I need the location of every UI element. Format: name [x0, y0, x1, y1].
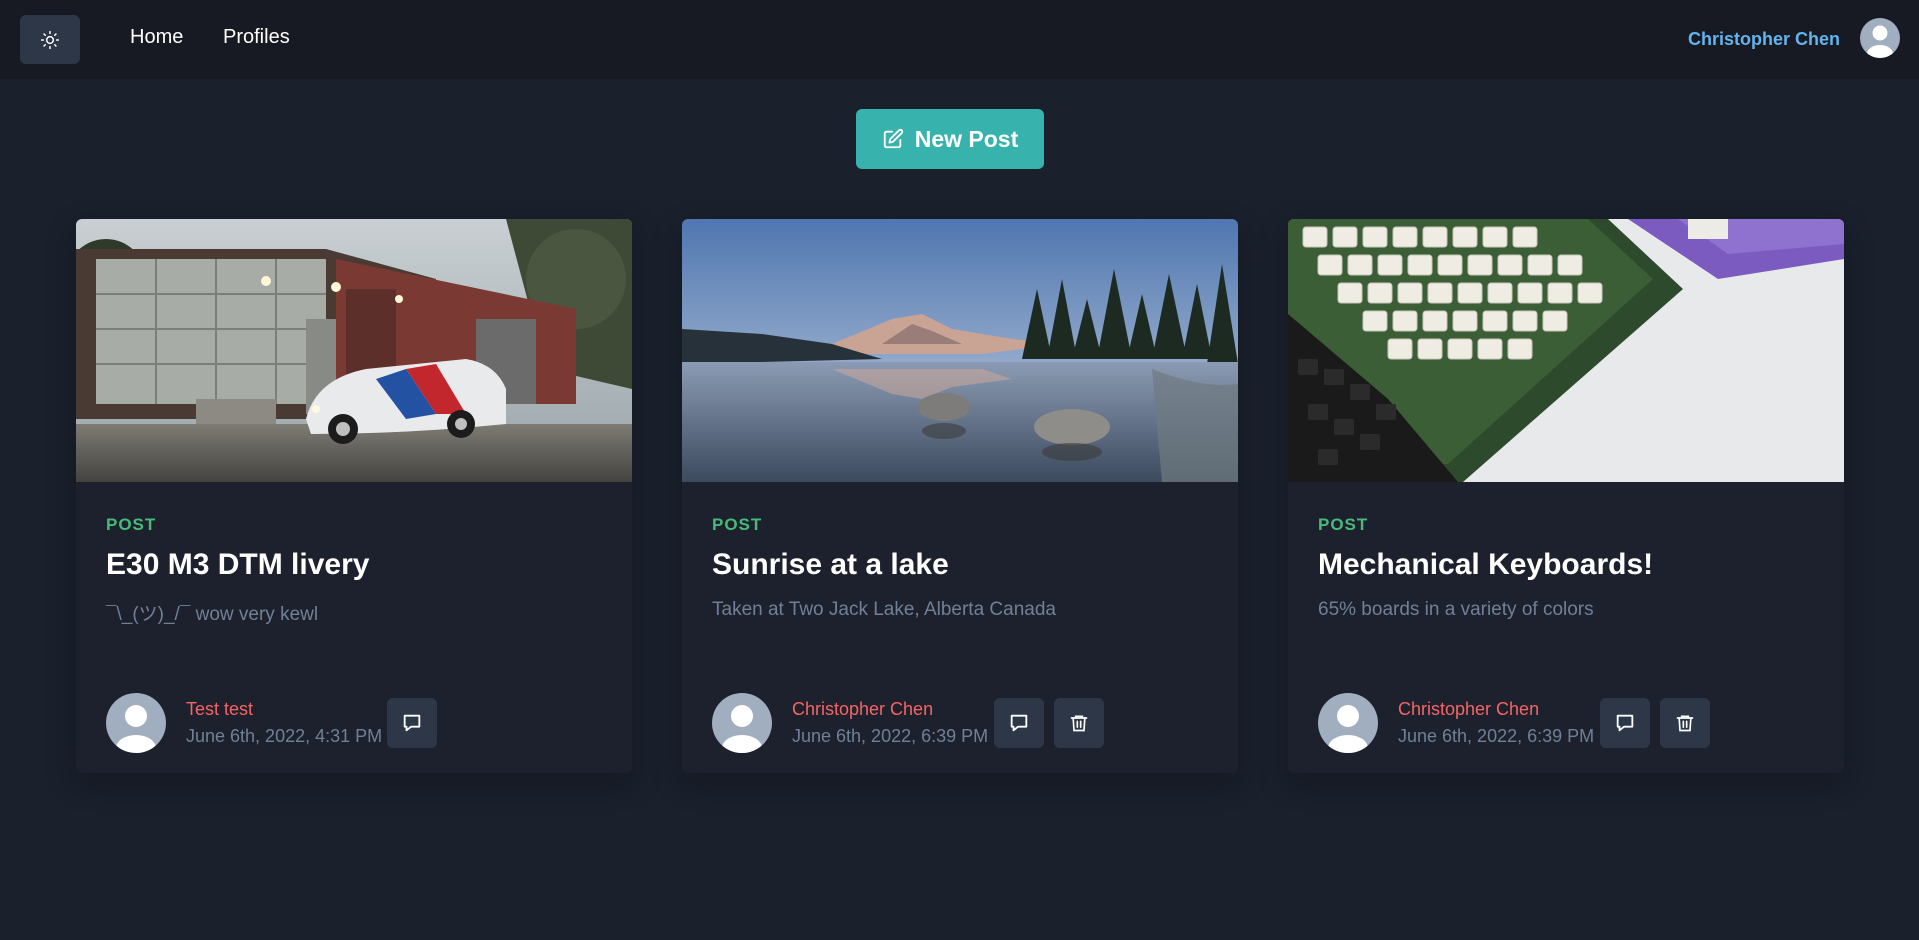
author-name-link[interactable]: Test test [186, 699, 253, 720]
delete-button[interactable] [1054, 698, 1104, 748]
new-post-label: New Post [914, 125, 1019, 152]
lake-photo[interactable] [682, 219, 1238, 482]
post-date: June 6th, 2022, 6:39 PM [792, 726, 989, 746]
post-date: June 6th, 2022, 6:39 PM [1398, 726, 1595, 746]
post-description: Taken at Two Jack Lake, Alberta Canada [712, 599, 1056, 620]
comment-button[interactable] [1600, 698, 1650, 748]
edit-icon [883, 128, 903, 149]
user-avatar[interactable] [1860, 18, 1900, 58]
comment-button[interactable] [387, 698, 437, 748]
post-card: POST E30 M3 DTM livery ¯\_(ツ)_/¯ wow ver… [76, 219, 632, 773]
post-type-label: POST [712, 515, 763, 534]
author-name-link[interactable]: Christopher Chen [1398, 699, 1539, 720]
nav-profiles-link[interactable]: Profiles [223, 26, 290, 49]
nav-home-link[interactable]: Home [130, 26, 183, 49]
current-user-link[interactable]: Christopher Chen [1688, 29, 1840, 50]
keyboard-photo[interactable] [1288, 219, 1844, 482]
new-post-button[interactable]: New Post [856, 109, 1044, 169]
author-avatar[interactable] [106, 693, 166, 753]
post-description: ¯\_(ツ)_/¯ wow very kewl [106, 604, 319, 625]
trash-icon [1070, 715, 1088, 732]
post-type-label: POST [106, 515, 157, 534]
comment-icon [1616, 714, 1634, 732]
sun-icon [40, 30, 60, 49]
author-avatar[interactable] [1318, 693, 1378, 753]
post-type-label: POST [1318, 515, 1369, 534]
post-title[interactable]: E30 M3 DTM livery [106, 548, 369, 582]
post-date: June 6th, 2022, 4:31 PM [186, 726, 383, 746]
top-navbar: Home Profiles Christopher Chen [0, 0, 1919, 79]
comment-icon [403, 714, 421, 732]
comment-icon [1010, 714, 1028, 732]
trash-icon [1676, 715, 1694, 732]
author-avatar[interactable] [712, 693, 772, 753]
post-card: POST Sunrise at a lake Taken at Two Jack… [682, 219, 1238, 773]
post-card: POST Mechanical Keyboards! 65% boards in… [1288, 219, 1844, 773]
post-title[interactable]: Mechanical Keyboards! [1318, 548, 1653, 582]
author-name-link[interactable]: Christopher Chen [792, 699, 933, 720]
post-title[interactable]: Sunrise at a lake [712, 548, 949, 582]
post-description: 65% boards in a variety of colors [1318, 599, 1594, 620]
theme-toggle-button[interactable] [20, 15, 80, 64]
delete-button[interactable] [1660, 698, 1710, 748]
comment-button[interactable] [994, 698, 1044, 748]
car-photo[interactable] [76, 219, 632, 482]
